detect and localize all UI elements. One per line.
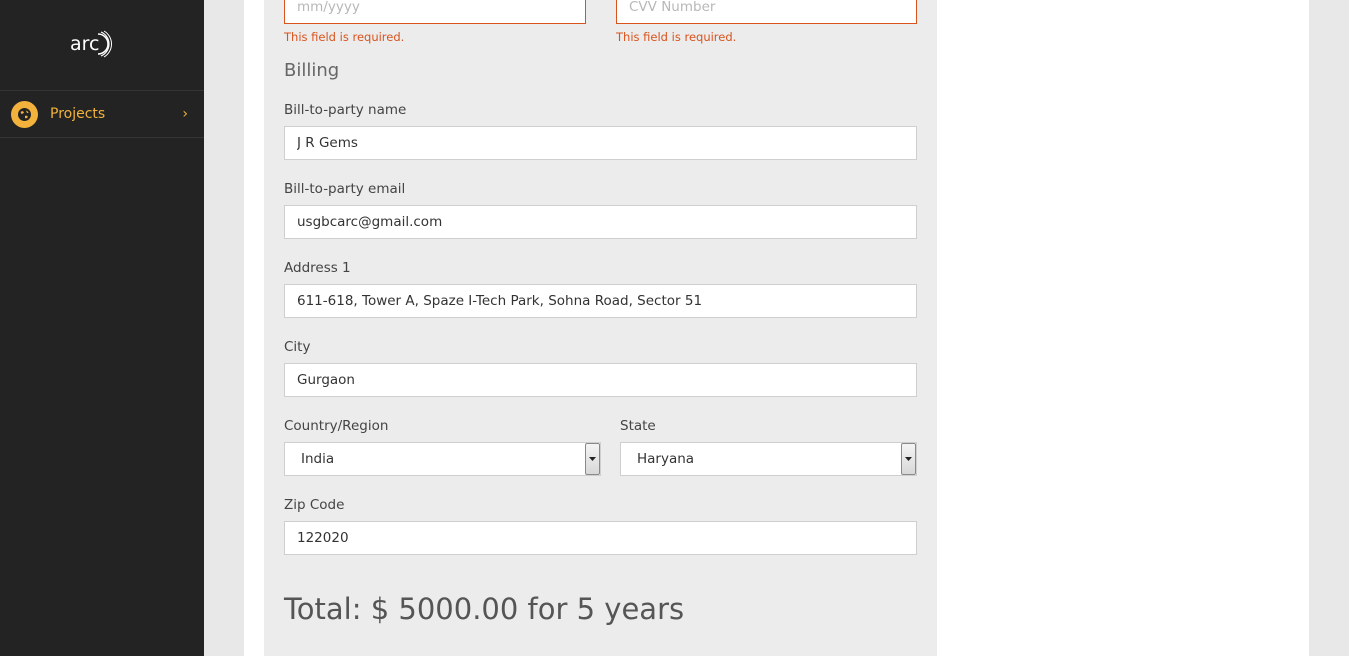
state-select[interactable]: Haryana [620, 442, 917, 476]
sidebar: arc Projects › [0, 0, 204, 656]
dropdown-arrow-icon[interactable] [585, 443, 600, 475]
address-1-input[interactable] [284, 284, 917, 318]
cvv-error-message: This field is required. [616, 30, 737, 44]
country-selected-value: India [301, 451, 335, 467]
payment-form-panel [264, 0, 937, 656]
bill-to-name-input[interactable] [284, 126, 917, 160]
chevron-right-icon: › [182, 106, 188, 122]
address-1-label: Address 1 [284, 260, 351, 276]
sidebar-item-projects[interactable]: Projects › [0, 90, 204, 138]
cvv-input[interactable] [616, 0, 917, 24]
arc-logo[interactable]: arc [70, 30, 113, 58]
country-label: Country/Region [284, 418, 389, 434]
zip-code-label: Zip Code [284, 497, 345, 513]
sidebar-item-label: Projects [50, 106, 106, 122]
expiry-date-input[interactable] [284, 0, 586, 24]
bill-to-name-label: Bill-to-party name [284, 102, 407, 118]
globe-icon [11, 100, 38, 128]
country-select[interactable]: India [284, 442, 601, 476]
order-total: Total: $ 5000.00 for 5 years [284, 592, 685, 626]
expiry-error-message: This field is required. [284, 30, 405, 44]
dropdown-arrow-icon[interactable] [901, 443, 916, 475]
state-label: State [620, 418, 656, 434]
bill-to-email-input[interactable] [284, 205, 917, 239]
zip-code-input[interactable] [284, 521, 917, 555]
city-input[interactable] [284, 363, 917, 397]
city-label: City [284, 339, 311, 355]
logo-text: arc [70, 33, 100, 55]
state-selected-value: Haryana [637, 451, 695, 467]
billing-section-title: Billing [284, 60, 340, 81]
bill-to-email-label: Bill-to-party email [284, 181, 406, 197]
signal-waves-icon [98, 30, 113, 58]
